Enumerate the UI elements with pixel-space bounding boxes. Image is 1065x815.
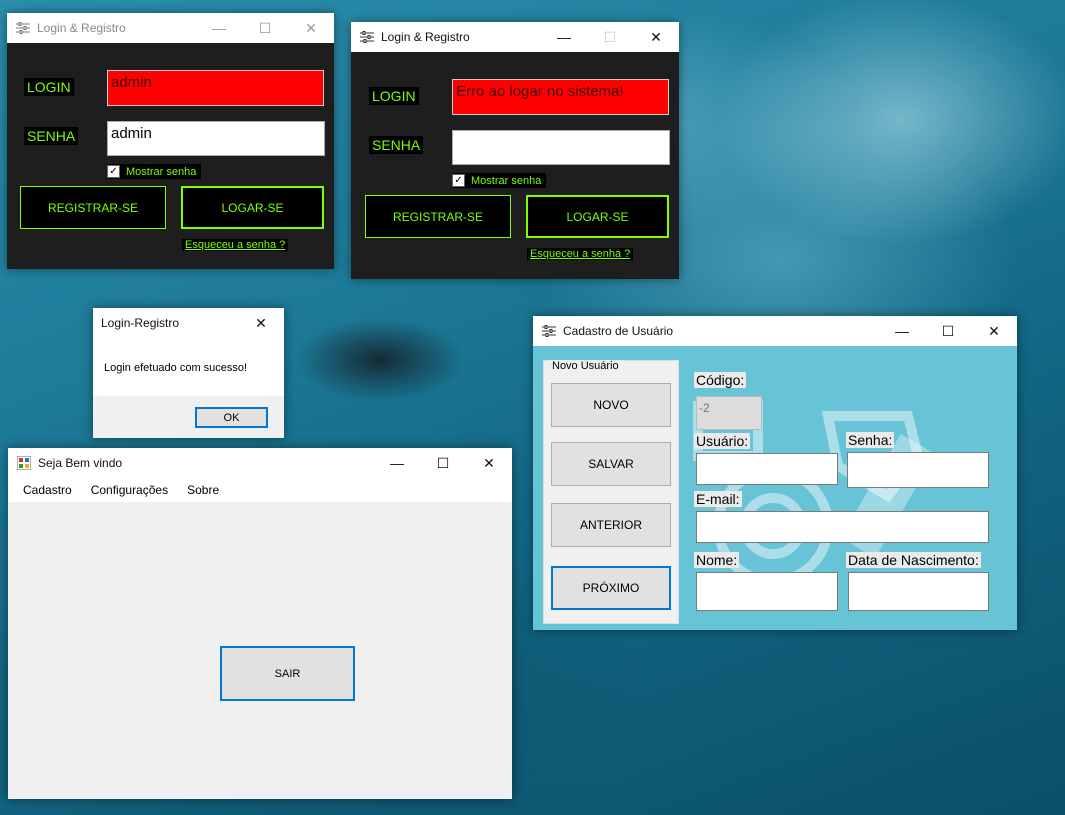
maximize-icon[interactable]: ☐ xyxy=(420,448,466,478)
maximize-icon: ☐ xyxy=(603,28,617,45)
maximize-icon[interactable]: ☐ xyxy=(925,316,971,346)
login-input[interactable]: admin xyxy=(107,70,324,106)
login-label: LOGIN xyxy=(369,87,419,105)
nome-input[interactable] xyxy=(696,572,838,611)
message-box-title: Login-Registro xyxy=(101,316,180,330)
window-title: Cadastro de Usuário xyxy=(563,324,674,338)
close-icon[interactable]: ✕ xyxy=(633,22,679,52)
menu-sobre[interactable]: Sobre xyxy=(187,483,219,497)
titlebar[interactable]: Cadastro de Usuário — ☐ ✕ xyxy=(533,316,1017,346)
cadastro-window: Cadastro de Usuário — ☐ ✕ Novo Usuário N… xyxy=(533,316,1017,630)
show-password-checkbox[interactable]: ✓ Mostrar senha xyxy=(452,173,547,188)
senha-input[interactable] xyxy=(452,130,670,165)
login-button[interactable]: LOGAR-SE xyxy=(526,195,669,238)
senha-label: SENHA xyxy=(24,127,79,145)
menu-bar: Cadastro Configurações Sobre xyxy=(8,478,512,502)
forgot-password-link[interactable]: Esqueceu a senha ? xyxy=(527,248,634,260)
close-icon[interactable]: ✕ xyxy=(238,308,284,338)
exit-button[interactable]: SAIR xyxy=(220,646,355,701)
email-label: E-mail: xyxy=(694,491,742,507)
window-title: Login & Registro xyxy=(381,30,470,44)
anterior-button[interactable]: ANTERIOR xyxy=(551,503,671,547)
show-password-label: Mostrar senha xyxy=(126,165,197,178)
maximize-icon: ☐ xyxy=(258,19,272,36)
window-title: Login & Registro xyxy=(37,21,126,35)
login-window-1: Login & Registro — ☐ ✕ LOGIN admin SENHA… xyxy=(7,13,334,269)
welcome-window: Seja Bem vindo — ☐ ✕ Cadastro Configuraç… xyxy=(8,448,512,799)
minimize-icon[interactable]: — xyxy=(196,13,242,43)
titlebar[interactable]: Login & Registro — ☐ ✕ xyxy=(351,22,679,52)
email-input[interactable] xyxy=(696,511,989,543)
close-icon[interactable]: ✕ xyxy=(971,316,1017,346)
senha-input[interactable]: admin xyxy=(107,121,325,156)
proximo-button[interactable]: PRÓXIMO xyxy=(551,566,671,610)
login-window-2: Login & Registro — ☐ ✕ LOGIN Erro ao log… xyxy=(351,22,679,279)
register-button[interactable]: REGISTRAR-SE xyxy=(365,195,511,238)
login-label: LOGIN xyxy=(24,78,74,96)
forgot-password-link[interactable]: Esqueceu a senha ? xyxy=(182,239,289,251)
show-password-label: Mostrar senha xyxy=(471,174,542,187)
sliders-icon xyxy=(359,29,375,45)
close-icon[interactable]: ✕ xyxy=(466,448,512,478)
group-title: Novo Usuário xyxy=(550,360,621,372)
app-icon xyxy=(16,455,32,471)
sliders-icon xyxy=(541,323,557,339)
sliders-icon xyxy=(15,20,31,36)
message-box: Login-Registro ✕ Login efetuado com suce… xyxy=(93,308,284,438)
nome-label: Nome: xyxy=(694,552,740,568)
usuario-input[interactable] xyxy=(696,453,838,485)
titlebar[interactable]: Login-Registro ✕ xyxy=(93,308,284,338)
show-password-checkbox[interactable]: ✓ Mostrar senha xyxy=(107,164,202,179)
titlebar[interactable]: Login & Registro — ☐ ✕ xyxy=(7,13,334,43)
register-button[interactable]: REGISTRAR-SE xyxy=(20,186,166,229)
codigo-input: -2 xyxy=(696,396,762,430)
ok-button[interactable]: OK xyxy=(195,407,268,428)
titlebar[interactable]: Seja Bem vindo — ☐ ✕ xyxy=(8,448,512,478)
minimize-icon[interactable]: — xyxy=(879,316,925,346)
check-icon: ✓ xyxy=(452,174,465,187)
menu-configuracoes[interactable]: Configurações xyxy=(91,483,168,497)
login-button[interactable]: LOGAR-SE xyxy=(181,186,324,229)
senha-label: Senha: xyxy=(846,432,895,448)
senha-label: SENHA xyxy=(369,136,424,154)
senha-input[interactable] xyxy=(847,452,989,488)
menu-cadastro[interactable]: Cadastro xyxy=(23,483,72,497)
usuario-label: Usuário: xyxy=(694,433,751,449)
nascimento-label: Data de Nascimento: xyxy=(846,552,981,568)
minimize-icon[interactable]: — xyxy=(541,22,587,52)
salvar-button[interactable]: SALVAR xyxy=(551,442,671,486)
close-icon[interactable]: ✕ xyxy=(288,13,334,43)
login-input[interactable]: Erro ao logar no sistema! xyxy=(452,79,669,115)
minimize-icon[interactable]: — xyxy=(374,448,420,478)
check-icon: ✓ xyxy=(107,165,120,178)
window-title: Seja Bem vindo xyxy=(38,456,123,470)
codigo-label: Código: xyxy=(694,372,747,388)
nascimento-input[interactable] xyxy=(848,572,989,611)
novo-button[interactable]: NOVO xyxy=(551,383,671,427)
message-text: Login efetuado com sucesso! xyxy=(104,362,248,374)
